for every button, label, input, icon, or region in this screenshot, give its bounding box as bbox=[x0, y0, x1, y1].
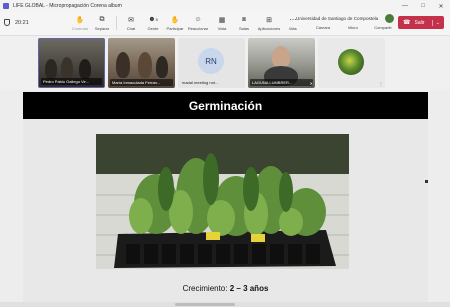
meeting-timer: 20:21 bbox=[4, 19, 29, 26]
view-icon: ▦ bbox=[218, 16, 226, 24]
raise-hand-icon: ✋ bbox=[170, 16, 180, 24]
plant-tray-photo bbox=[96, 134, 349, 269]
camera-button[interactable]: Cámara bbox=[311, 25, 335, 30]
participant-avatar bbox=[338, 49, 364, 75]
participant-tile[interactable]: LAGUNA LUMBRER... ✕ bbox=[248, 38, 315, 88]
rooms-button[interactable]: ⧈ Salas bbox=[232, 15, 256, 32]
meeting-toolbar: 20:21 ✋ Controlar ⧉ Separar ✉ Chat ☻ 5 Ge… bbox=[0, 12, 450, 36]
slide-title: Germinación bbox=[23, 92, 428, 119]
participant-video bbox=[156, 56, 168, 78]
mic-icon: ⋮ bbox=[379, 81, 383, 86]
participant-tile[interactable]: María Inmaculada Ferran... bbox=[108, 38, 175, 88]
chat-icon: ✉ bbox=[128, 16, 134, 24]
raise-hand-button[interactable]: ✋ Participar bbox=[163, 15, 187, 32]
chat-button[interactable]: ✉ Chat bbox=[119, 15, 143, 32]
chevron-down-icon[interactable]: ⌄ bbox=[431, 19, 440, 26]
separate-icon: ⧉ bbox=[99, 15, 105, 23]
phone-hangup-icon: ☎ bbox=[403, 20, 411, 26]
horizontal-scrollbar[interactable] bbox=[0, 302, 450, 307]
participant-tile[interactable]: RN madal meeting not... bbox=[178, 38, 245, 88]
participant-initials-avatar: RN bbox=[198, 48, 224, 74]
presentation-slide: Germinación Crecimiento: 2 – 3 años bbox=[23, 92, 428, 307]
window-titlebar: LIFE GLOBAL - Micropropagación Corena al… bbox=[0, 0, 450, 12]
people-button[interactable]: ☻ 5 Gente bbox=[141, 15, 165, 31]
shared-screen: Germinación Crecimiento: 2 – 3 años bbox=[0, 90, 450, 307]
people-icon: ☻ 5 bbox=[148, 16, 158, 23]
scrollbar-thumb[interactable] bbox=[175, 303, 235, 306]
controller-icon: ✋ bbox=[75, 16, 85, 24]
organization-avatar[interactable] bbox=[385, 14, 394, 23]
participant-video bbox=[45, 59, 57, 79]
toolbar-divider bbox=[116, 16, 117, 30]
apps-button[interactable]: ⊞ Aplicaciones bbox=[257, 15, 281, 32]
close-window-button[interactable]: ✕ bbox=[432, 3, 450, 10]
organization-name: Universidad de Santiago de Compostela bbox=[296, 16, 379, 21]
participant-video bbox=[116, 52, 130, 78]
separate-button[interactable]: ⧉ Separar bbox=[90, 15, 114, 32]
share-button[interactable]: Compartir bbox=[371, 25, 395, 30]
control-button[interactable]: ✋ Controlar bbox=[68, 15, 92, 32]
mic-muted-icon: ✕ bbox=[309, 81, 313, 86]
rooms-icon: ⧈ bbox=[241, 15, 247, 23]
participant-tile[interactable]: Pedro Pablo Gallego Ve... bbox=[38, 38, 105, 88]
slide-body: Crecimiento: 2 – 3 años bbox=[23, 119, 428, 307]
view-button[interactable]: ▦ Vista bbox=[210, 15, 234, 32]
participant-name: madal meeting not... bbox=[182, 80, 219, 85]
participant-name: Pedro Pablo Gallego Ve... bbox=[41, 78, 102, 85]
participant-video bbox=[272, 46, 290, 68]
mic-button[interactable]: Micro bbox=[341, 25, 365, 30]
participant-name: María Inmaculada Ferran... bbox=[110, 79, 173, 86]
participant-video bbox=[138, 52, 152, 78]
teams-app-icon bbox=[3, 3, 9, 9]
maximize-button[interactable]: □ bbox=[414, 3, 432, 10]
apps-icon: ⊞ bbox=[266, 16, 272, 24]
leave-button[interactable]: ☎ Salir ⌄ bbox=[398, 16, 444, 29]
plant-tray-illustration bbox=[96, 134, 349, 269]
participant-gallery: Pedro Pablo Gallego Ve... María Inmacula… bbox=[0, 36, 450, 90]
react-button[interactable]: ☺ Reaccionar bbox=[186, 15, 210, 31]
participant-video bbox=[61, 57, 73, 79]
window-title: LIFE GLOBAL - Micropropagación Corena al… bbox=[13, 3, 122, 9]
participant-name: LAGUNA LUMBRER... bbox=[250, 79, 313, 86]
timer-text: 20:21 bbox=[15, 19, 29, 26]
shield-icon bbox=[4, 19, 10, 26]
react-icon: ☺ bbox=[194, 16, 202, 23]
minimize-button[interactable]: — bbox=[396, 3, 414, 10]
slide-marker bbox=[425, 180, 428, 183]
slide-caption: Crecimiento: 2 – 3 años bbox=[182, 284, 269, 293]
participant-tile[interactable]: ⋮ bbox=[318, 38, 385, 88]
participant-video bbox=[79, 59, 91, 79]
